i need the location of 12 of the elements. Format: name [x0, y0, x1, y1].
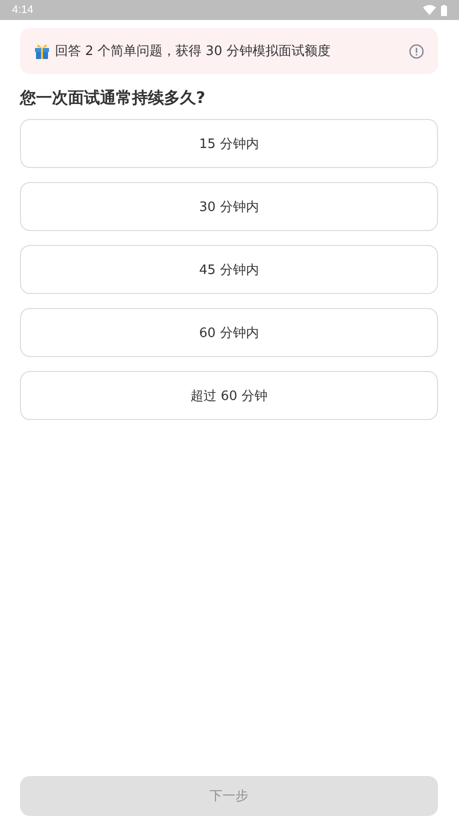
- answer-option[interactable]: 超过 60 分钟: [20, 371, 438, 420]
- info-icon[interactable]: [409, 44, 424, 58]
- wifi-icon: [423, 5, 436, 15]
- banner-text: 回答 2 个简单问题，获得 30 分钟模拟面试额度: [55, 43, 332, 60]
- question-title: 您一次面试通常持续多久?: [20, 88, 206, 109]
- answer-option[interactable]: 30 分钟内: [20, 182, 438, 231]
- answer-option[interactable]: 15 分钟内: [20, 119, 438, 168]
- clock-time: 4:14: [12, 4, 34, 16]
- gift-icon: [34, 43, 50, 59]
- answer-option[interactable]: 60 分钟内: [20, 308, 438, 357]
- battery-icon: [441, 4, 447, 16]
- answer-option[interactable]: 45 分钟内: [20, 245, 438, 294]
